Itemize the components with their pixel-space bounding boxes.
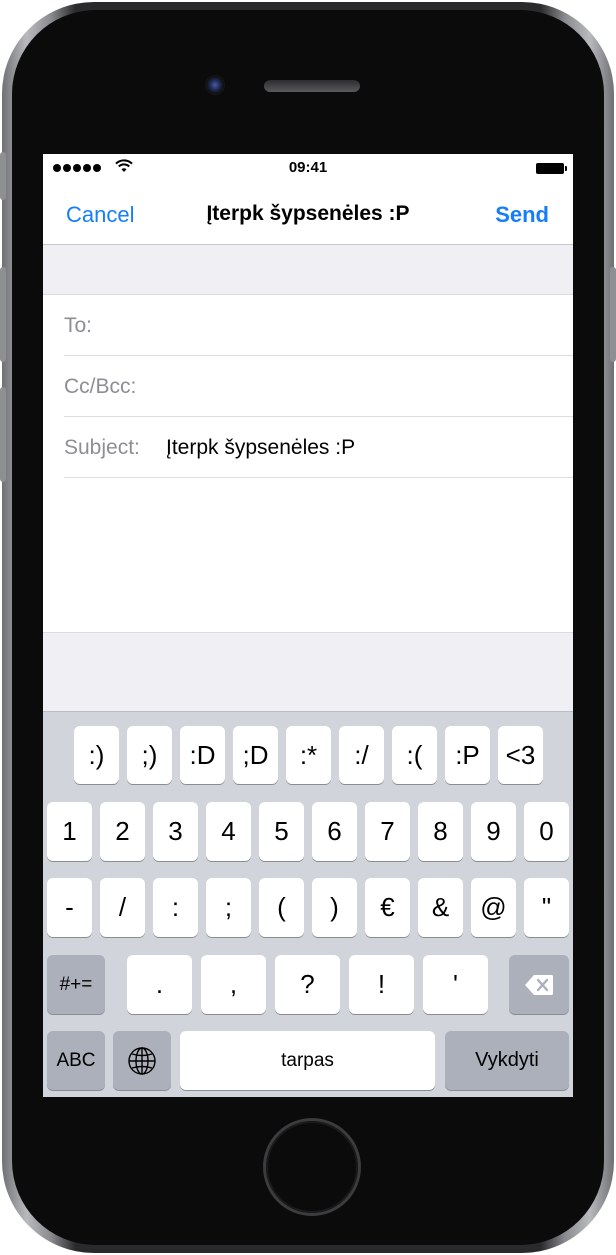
status-time: 09:41 [288, 159, 328, 176]
send-button[interactable]: Send [495, 202, 549, 228]
key-emoticon[interactable]: :P [445, 726, 490, 784]
key-8[interactable]: 8 [418, 802, 463, 861]
key-semicolon[interactable]: ; [206, 878, 251, 937]
subject-label: Subject: [64, 436, 140, 459]
key-quote[interactable]: " [524, 878, 569, 937]
return-key[interactable]: Vykdyti [445, 1031, 569, 1090]
key-colon[interactable]: : [153, 878, 198, 937]
key-emoticon[interactable]: <3 [498, 726, 543, 784]
volume-up-button [0, 267, 6, 362]
to-field[interactable]: To: [64, 295, 573, 356]
key-6[interactable]: 6 [312, 802, 357, 861]
subject-value[interactable]: Įterpk šypsenėles :P [166, 436, 355, 460]
key-exclamation[interactable]: ! [349, 955, 414, 1014]
subject-field[interactable]: Subject: Įterpk šypsenėles :P [64, 417, 573, 478]
abc-key[interactable]: ABC [47, 1031, 105, 1090]
key-emoticon[interactable]: :D [180, 726, 225, 784]
key-question[interactable]: ? [275, 955, 340, 1014]
navigation-bar: Cancel Įterpk šypsenėles :P Send [43, 184, 573, 245]
key-euro[interactable]: € [365, 878, 410, 937]
key-apostrophe[interactable]: ' [423, 955, 488, 1014]
key-2[interactable]: 2 [100, 802, 145, 861]
front-camera [205, 75, 225, 95]
globe-key[interactable] [113, 1031, 171, 1090]
to-label: To: [64, 314, 93, 337]
key-4[interactable]: 4 [206, 802, 251, 861]
cc-bcc-label: Cc/Bcc: [64, 375, 137, 398]
key-emoticon[interactable]: :( [392, 726, 437, 784]
mute-switch [0, 152, 6, 200]
key-7[interactable]: 7 [365, 802, 410, 861]
page-title: Įterpk šypsenėles :P [206, 202, 410, 225]
key-slash[interactable]: / [100, 878, 145, 937]
key-9[interactable]: 9 [471, 802, 516, 861]
key-at[interactable]: @ [471, 878, 516, 937]
volume-down-button [0, 387, 6, 482]
cc-bcc-field[interactable]: Cc/Bcc: [64, 356, 573, 417]
key-emoticon[interactable]: ;) [127, 726, 172, 784]
message-body[interactable] [43, 479, 573, 633]
globe-icon [128, 1046, 156, 1075]
keyboard-accessory-area [43, 633, 573, 711]
key-0[interactable]: 0 [524, 802, 569, 861]
power-button [610, 267, 616, 362]
key-emoticon[interactable]: ;D [233, 726, 278, 784]
key-emoticon[interactable]: :/ [339, 726, 384, 784]
key-3[interactable]: 3 [153, 802, 198, 861]
battery-icon [536, 163, 567, 174]
key-ampersand[interactable]: & [418, 878, 463, 937]
key-period[interactable]: . [127, 955, 192, 1014]
key-emoticon[interactable]: :) [74, 726, 119, 784]
key-emoticon[interactable]: :* [286, 726, 331, 784]
key-hyphen[interactable]: - [47, 878, 92, 937]
key-1[interactable]: 1 [47, 802, 92, 861]
key-close-paren[interactable]: ) [312, 878, 357, 937]
earpiece-speaker [264, 80, 360, 92]
symbols-key[interactable]: #+= [47, 955, 105, 1014]
key-5[interactable]: 5 [259, 802, 304, 861]
key-open-paren[interactable]: ( [259, 878, 304, 937]
screen: 09:41 Cancel Įterpk šypsenėles :P Send T… [43, 154, 573, 1097]
home-button[interactable] [266, 1121, 358, 1213]
backspace-icon [525, 974, 554, 995]
space-key[interactable]: tarpas [180, 1031, 435, 1090]
backspace-key[interactable] [509, 955, 569, 1014]
header-spacer [43, 245, 573, 295]
keyboard: :) ;) :D ;D :* :/ :( :P <3 1 2 3 4 5 6 7… [43, 711, 573, 1097]
key-comma[interactable]: , [201, 955, 266, 1014]
status-bar: 09:41 [43, 154, 573, 184]
